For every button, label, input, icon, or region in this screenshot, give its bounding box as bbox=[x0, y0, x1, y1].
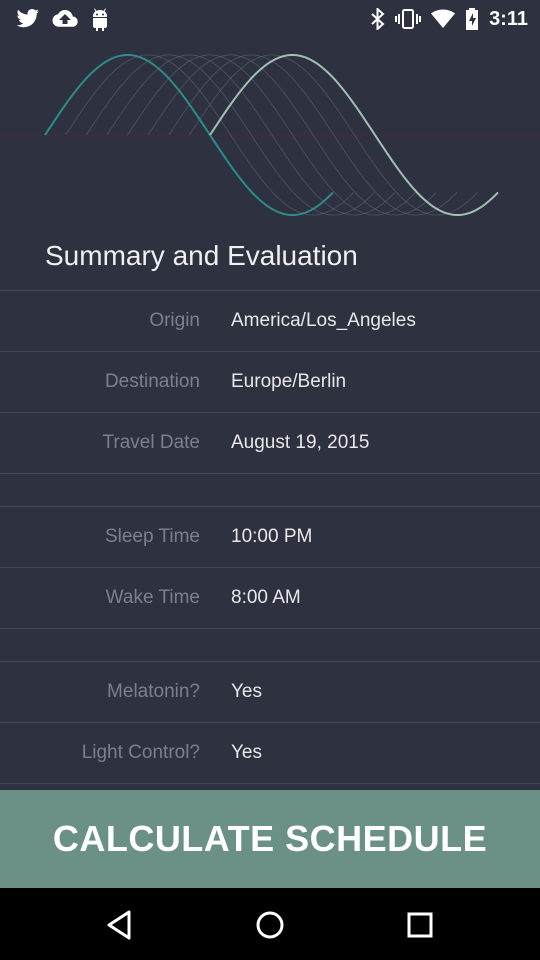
row-destination: Destination Europe/Berlin bbox=[0, 351, 540, 412]
back-icon[interactable] bbox=[103, 908, 137, 942]
status-left-icons bbox=[16, 7, 110, 31]
origin-value: America/Los_Angeles bbox=[231, 310, 416, 331]
row-spacer bbox=[0, 628, 540, 661]
row-light-control: Light Control? Yes bbox=[0, 722, 540, 783]
page-title: Summary and Evaluation bbox=[45, 240, 358, 271]
cloud-upload-icon bbox=[52, 9, 78, 29]
vibrate-icon bbox=[395, 8, 422, 30]
status-right-icons: 3:11 bbox=[371, 7, 528, 31]
sine-wave-graphic bbox=[0, 38, 540, 228]
summary-table: Origin America/Los_Angeles Destination E… bbox=[0, 290, 540, 790]
row-sleep-time: Sleep Time 10:00 PM bbox=[0, 506, 540, 567]
twitter-icon bbox=[16, 8, 40, 30]
row-spacer bbox=[0, 473, 540, 506]
wifi-icon bbox=[431, 9, 456, 29]
sleep-time-label: Sleep Time bbox=[104, 526, 200, 547]
android-icon bbox=[90, 7, 110, 31]
status-bar: 3:11 bbox=[0, 0, 540, 38]
recent-apps-icon[interactable] bbox=[403, 908, 437, 942]
sleep-time-value: 10:00 PM bbox=[231, 526, 313, 547]
row-divider bbox=[0, 783, 540, 790]
travel-date-value: August 19, 2015 bbox=[231, 432, 370, 453]
destination-value: Europe/Berlin bbox=[231, 371, 347, 392]
destination-label: Destination bbox=[104, 371, 200, 392]
status-time: 3:11 bbox=[489, 8, 528, 30]
origin-label: Origin bbox=[149, 310, 200, 331]
travel-date-label: Travel Date bbox=[102, 432, 201, 453]
home-icon[interactable] bbox=[253, 908, 287, 942]
melatonin-value: Yes bbox=[231, 681, 262, 702]
row-origin: Origin America/Los_Angeles bbox=[0, 290, 540, 351]
row-melatonin: Melatonin? Yes bbox=[0, 661, 540, 722]
navigation-bar bbox=[0, 888, 540, 960]
calculate-schedule-button[interactable]: CALCULATE SCHEDULE bbox=[0, 790, 540, 888]
battery-charging-icon bbox=[465, 8, 479, 30]
row-travel-date: Travel Date August 19, 2015 bbox=[0, 412, 540, 473]
bluetooth-icon bbox=[371, 8, 385, 30]
wake-time-value: 8:00 AM bbox=[231, 587, 301, 608]
wake-time-label: Wake Time bbox=[105, 587, 200, 608]
row-wake-time: Wake Time 8:00 AM bbox=[0, 567, 540, 628]
melatonin-label: Melatonin? bbox=[107, 681, 200, 702]
light-control-label: Light Control? bbox=[81, 742, 200, 763]
light-control-value: Yes bbox=[231, 742, 262, 763]
